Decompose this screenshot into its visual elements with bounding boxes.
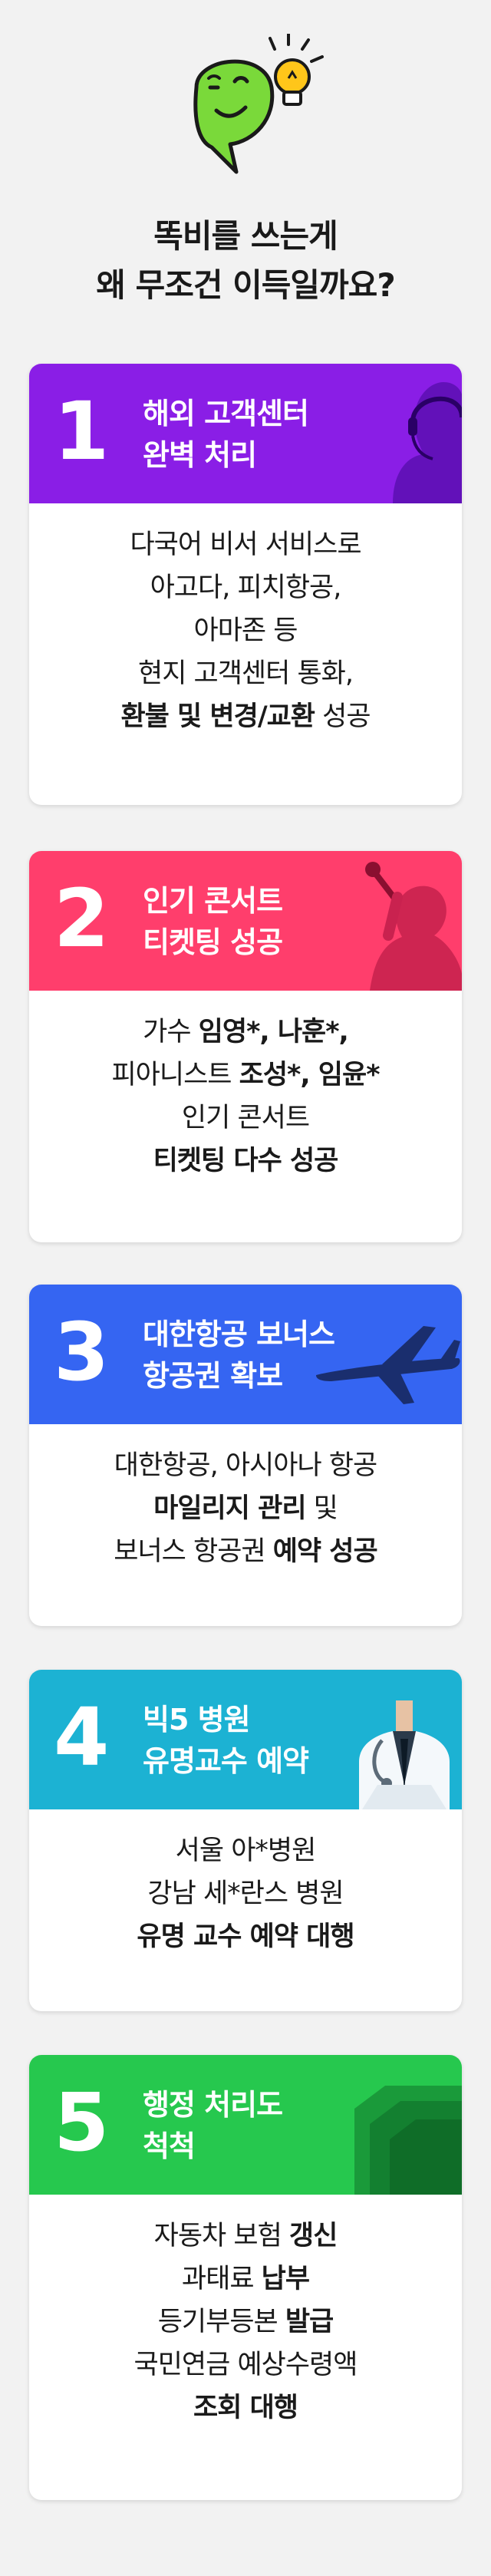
body-text: 가수 (143, 1017, 199, 1047)
card-title-line-1: 빅5 병원 (143, 1703, 251, 1737)
headline-line-1: 똑비를 쓰는게 (153, 217, 338, 255)
card-body-line: 서울 아*병원 (29, 1829, 462, 1872)
body-text: 다국어 비서 서비스로 (130, 529, 361, 560)
highlight-text: 예약 성공 (272, 1536, 378, 1567)
card-body-line: 피아니스트 조성*, 임윤* (29, 1054, 462, 1097)
card-body-line: 유명 교수 예약 대행 (29, 1915, 462, 1958)
folder-icon (354, 2086, 462, 2195)
card-body-line: 자동차 보험 갱신 (29, 2215, 462, 2258)
headline-line-2: 왜 무조건 이득일까요? (96, 266, 395, 304)
card-title-line-2: 유명교수 예약 (143, 1744, 309, 1778)
card-title-line-2: 항공권 확보 (143, 1359, 283, 1393)
card-number: 4 (54, 1690, 110, 1784)
card-body-line: 과태료 납부 (29, 2258, 462, 2301)
body-text: 강남 세*란스 병원 (147, 1878, 344, 1909)
card-header: 2 인기 콘서트 티켓팅 성공 (29, 851, 462, 991)
card-body-line: 다국어 비서 서비스로 (29, 523, 462, 566)
benefit-card-4: 4 빅5 병원 유명교수 예약 서울 아*병원강남 세*란스 병원유명 교수 예… (29, 1670, 462, 2011)
card-body-line: 현지 고객센터 통화, (29, 652, 462, 695)
body-text: 및 (305, 1493, 338, 1524)
card-title-line-1: 인기 콘서트 (143, 884, 283, 918)
highlight-text: 임영*, 나훈*, (198, 1017, 349, 1047)
highlight-text: 납부 (261, 2264, 310, 2294)
benefit-card-1: 1 해외 고객센터 완벽 처리 다국어 비서 서비스로아고다, 피치항공, 아마존… (29, 364, 462, 805)
card-body-line: 대한항공, 아시아나 항공 (29, 1444, 462, 1487)
card-number: 5 (54, 2076, 110, 2169)
card-header: 1 해외 고객센터 완벽 처리 (29, 364, 462, 503)
card-title-line-1: 대한항공 보너스 (143, 1318, 335, 1351)
card-body-line: 가수 임영*, 나훈*, (29, 1011, 462, 1054)
body-text: 과태료 (181, 2264, 262, 2294)
card-title: 인기 콘서트 티켓팅 성공 (143, 880, 283, 963)
body-text: 현지 고객센터 통화, (138, 658, 354, 689)
doctor-icon (359, 1700, 450, 1809)
body-text: 등기부등본 (157, 2307, 285, 2337)
card-title-line-2: 티켓팅 성공 (143, 925, 283, 959)
highlight-text: 조회 대행 (193, 2393, 298, 2423)
card-body-line: 국민연금 예상수령액 (29, 2343, 462, 2386)
card-title: 빅5 병원 유명교수 예약 (143, 1699, 309, 1782)
card-body: 대한항공, 아시아나 항공 마일리지 관리 및 보너스 항공권 예약 성공 (29, 1424, 462, 1573)
highlight-text: 환불 및 변경/교환 (120, 701, 315, 732)
card-title-line-2: 완벽 처리 (143, 438, 257, 472)
benefit-card-3: 3 대한항공 보너스 항공권 확보 대한항공, 아시아나 항공마일리지 관리 및… (29, 1285, 462, 1626)
body-text: 국민연금 예상수령액 (133, 2350, 358, 2380)
body-text: 서울 아*병원 (175, 1836, 317, 1866)
card-number: 3 (54, 1305, 110, 1399)
card-body-line: 아마존 등 (29, 609, 462, 652)
card-body: 자동차 보험 갱신 과태료 납부 등기부등본 발급 국민연금 예상수령액 조회 대행 (29, 2195, 462, 2429)
singer-silhouette-icon (365, 862, 462, 991)
card-body-line: 등기부등본 발급 (29, 2301, 462, 2343)
airplane-icon (316, 1326, 460, 1404)
mascot-lightbulb-icon (193, 34, 324, 174)
highlight-text: 마일리지 관리 (153, 1493, 306, 1524)
card-number: 2 (54, 872, 110, 965)
body-text: 인기 콘서트 (181, 1103, 310, 1133)
card-title: 행정 처리도 척척 (143, 2084, 283, 2167)
page-headline: 똑비를 쓰는게 왜 무조건 이득일까요? (0, 212, 491, 310)
body-text: 자동차 보험 (153, 2221, 289, 2251)
card-title-line-1: 행정 처리도 (143, 2088, 283, 2122)
card-body-line: 보너스 항공권 예약 성공 (29, 1530, 462, 1573)
body-text: 피아니스트 (111, 1060, 239, 1090)
card-body-line: 마일리지 관리 및 (29, 1487, 462, 1530)
card-body-line: 조회 대행 (29, 2386, 462, 2429)
card-body: 가수 임영*, 나훈*, 피아니스트 조성*, 임윤* 인기 콘서트 티켓팅 다수 성… (29, 991, 462, 1182)
body-text: 보너스 항공권 (114, 1536, 273, 1567)
body-text: 아고다, 피치항공, (150, 572, 342, 603)
card-header: 5 행정 처리도 척척 (29, 2055, 462, 2195)
card-body: 서울 아*병원강남 세*란스 병원유명 교수 예약 대행 (29, 1809, 462, 1958)
benefit-card-5: 5 행정 처리도 척척 자동차 보험 갱신 과태료 납부 등기부등본 발급 국민연금 … (29, 2055, 462, 2500)
card-number: 1 (54, 384, 110, 478)
body-text: 아마존 등 (193, 615, 298, 646)
card-body-line: 인기 콘서트 (29, 1097, 462, 1140)
headset-agent-icon (393, 382, 462, 503)
highlight-text: 티켓팅 다수 성공 (153, 1146, 339, 1176)
card-header: 4 빅5 병원 유명교수 예약 (29, 1670, 462, 1809)
highlight-text: 조성*, 임윤* (239, 1060, 381, 1090)
page: 똑비를 쓰는게 왜 무조건 이득일까요? 1 해외 고객센터 완벽 처리 다국어… (0, 0, 491, 2576)
body-text: 대한항공, 아시아나 항공 (114, 1450, 377, 1481)
card-body-line: 티켓팅 다수 성공 (29, 1140, 462, 1182)
card-body-line: 강남 세*란스 병원 (29, 1872, 462, 1915)
body-text: 성공 (315, 701, 371, 732)
highlight-text: 갱신 (288, 2221, 338, 2251)
highlight-text: 발급 (285, 2307, 334, 2337)
highlight-text: 유명 교수 예약 대행 (137, 1921, 354, 1952)
card-body-line: 아고다, 피치항공, (29, 566, 462, 609)
card-body: 다국어 비서 서비스로아고다, 피치항공, 아마존 등현지 고객센터 통화, 환불 … (29, 503, 462, 738)
card-title: 해외 고객센터 완벽 처리 (143, 393, 309, 476)
card-header: 3 대한항공 보너스 항공권 확보 (29, 1285, 462, 1424)
card-body-line: 환불 및 변경/교환 성공 (29, 695, 462, 738)
card-title: 대한항공 보너스 항공권 확보 (143, 1314, 335, 1397)
card-title-line-2: 척척 (143, 2129, 196, 2163)
benefit-card-2: 2 인기 콘서트 티켓팅 성공 가수 임영*, 나훈*, 피아니스트 조성*, 임… (29, 851, 462, 1242)
card-title-line-1: 해외 고객센터 (143, 397, 309, 430)
